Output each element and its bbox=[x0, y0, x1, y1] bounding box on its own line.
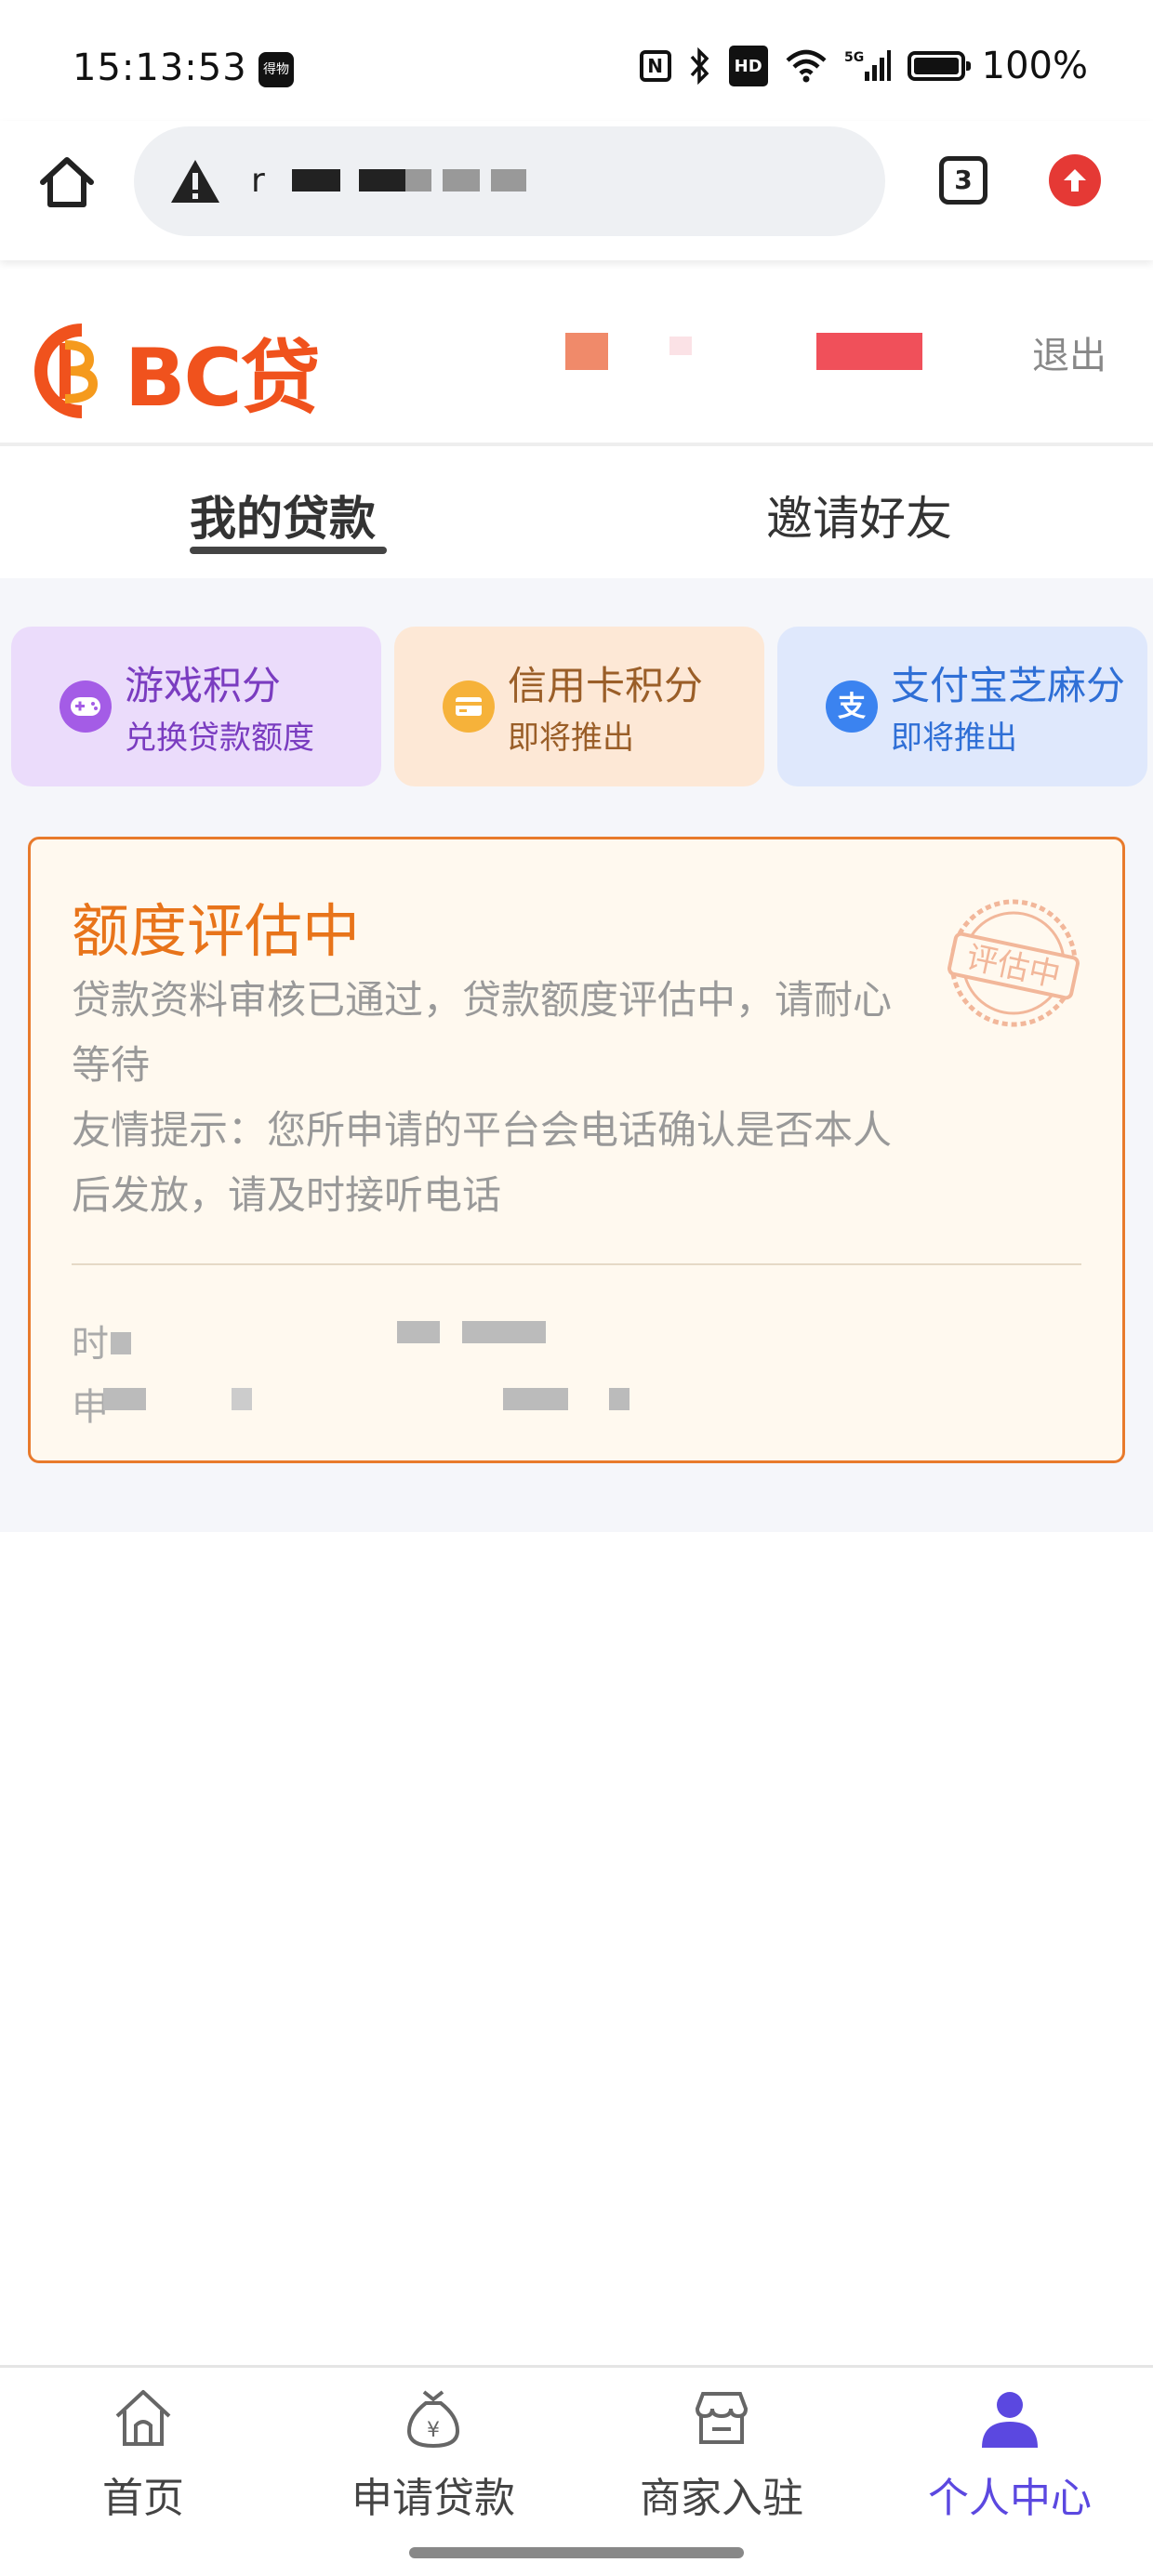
time-redacted bbox=[111, 1332, 131, 1354]
warning-icon[interactable] bbox=[169, 158, 221, 205]
url-bar[interactable]: r bbox=[134, 126, 885, 236]
signal-5g-icon: 5G bbox=[844, 47, 891, 85]
svg-text:支: 支 bbox=[838, 691, 866, 723]
wifi-icon bbox=[785, 47, 828, 85]
username-redacted bbox=[565, 333, 608, 370]
evaluating-stamp-icon: 评估中 bbox=[942, 892, 1085, 1035]
tab-invite-friends[interactable]: 邀请好友 bbox=[766, 482, 952, 548]
nav-apply-loan[interactable]: ¥ 申请贷款 bbox=[322, 2384, 545, 2524]
logo: BC贷 bbox=[33, 312, 321, 429]
svg-text:5G: 5G bbox=[844, 50, 864, 65]
url-redacted bbox=[491, 169, 526, 192]
url-text: r bbox=[251, 162, 265, 200]
update-icon[interactable] bbox=[1049, 154, 1101, 206]
home-icon bbox=[115, 2390, 171, 2446]
money-bag-icon: ¥ bbox=[406, 2390, 460, 2449]
score-card-credit[interactable]: 信用卡积分 即将推出 bbox=[394, 627, 764, 786]
bottom-nav: 首页 ¥ 申请贷款 商家入驻 个人中心 bbox=[0, 2365, 1153, 2535]
browser-toolbar: r 3 bbox=[0, 121, 1153, 260]
time-redacted bbox=[397, 1321, 440, 1343]
status-title: 额度评估中 bbox=[72, 897, 361, 965]
nav-home[interactable]: 首页 bbox=[32, 2384, 255, 2524]
store-icon bbox=[695, 2392, 749, 2444]
svg-text:¥: ¥ bbox=[427, 2419, 440, 2442]
status-line-2: 友情提示：您所申请的平台会电话确认是否本人后发放，请及时接听电话 bbox=[72, 1107, 893, 1218]
score-card-subtitle: 即将推出 bbox=[891, 720, 1017, 757]
logout-link[interactable]: 退出 bbox=[1032, 325, 1107, 379]
time-redacted bbox=[462, 1321, 546, 1343]
score-card-title: 游戏积分 bbox=[125, 663, 282, 708]
alipay-icon: 支 bbox=[826, 680, 878, 733]
logo-mark-icon bbox=[34, 323, 99, 418]
applicant-redacted bbox=[232, 1388, 252, 1410]
score-cards: 游戏积分 兑换贷款额度 信用卡积分 即将推出 支 支付宝芝麻分 即将推出 bbox=[11, 627, 1147, 786]
applicant-redacted bbox=[503, 1388, 568, 1410]
nav-label: 申请贷款 bbox=[351, 2475, 515, 2522]
user-icon bbox=[982, 2392, 1038, 2448]
nav-label: 商家入驻 bbox=[640, 2475, 803, 2522]
battery-icon bbox=[907, 51, 971, 81]
site-header: BC贷 退出 bbox=[0, 270, 1153, 446]
username-redacted bbox=[816, 333, 922, 370]
home-icon[interactable] bbox=[35, 151, 99, 214]
nfc-icon: N bbox=[639, 50, 671, 82]
status-line-1: 贷款资料审核已通过，贷款额度评估中，请耐心等待 bbox=[72, 977, 893, 1088]
tab-my-loans[interactable]: 我的贷款 bbox=[190, 482, 376, 548]
notification-app-icon: 得物 bbox=[258, 52, 294, 87]
battery-percent: 100% bbox=[981, 45, 1088, 87]
nav-merchant[interactable]: 商家入驻 bbox=[610, 2384, 833, 2524]
nav-profile[interactable]: 个人中心 bbox=[898, 2384, 1121, 2524]
score-card-subtitle: 兑换贷款额度 bbox=[125, 720, 314, 757]
status-description: 贷款资料审核已通过，贷款额度评估中，请耐心等待 友情提示：您所申请的平台会电话确… bbox=[72, 968, 908, 1228]
score-card-subtitle: 即将推出 bbox=[508, 720, 634, 757]
nav-label: 个人中心 bbox=[928, 2475, 1092, 2522]
status-bar: 15:13:53 得物 N HD 5G 100% bbox=[0, 0, 1153, 130]
credit-card-icon bbox=[443, 680, 495, 733]
url-redacted bbox=[443, 169, 480, 192]
tab-switcher-button[interactable]: 3 bbox=[939, 156, 987, 205]
status-divider bbox=[72, 1263, 1081, 1265]
tab-bar: 我的贷款 邀请好友 bbox=[0, 446, 1153, 578]
status-icons: N HD 5G 100% bbox=[639, 45, 1088, 87]
nav-label: 首页 bbox=[102, 2475, 184, 2522]
url-redacted bbox=[359, 169, 405, 192]
logo-text: BC贷 bbox=[125, 332, 321, 425]
bluetooth-icon bbox=[688, 47, 712, 85]
gesture-bar[interactable] bbox=[409, 2547, 744, 2558]
tab-active-indicator bbox=[190, 547, 387, 554]
gamepad-icon bbox=[60, 680, 112, 733]
loan-status-card: 额度评估中 贷款资料审核已通过，贷款额度评估中，请耐心等待 友情提示：您所申请的… bbox=[28, 837, 1125, 1463]
hd-icon: HD bbox=[728, 46, 768, 86]
score-card-title: 信用卡积分 bbox=[508, 663, 704, 708]
applicant-redacted bbox=[609, 1388, 630, 1410]
time-label: 时 bbox=[72, 1323, 109, 1366]
status-time: 15:13:53 bbox=[73, 46, 247, 89]
main-content: 游戏积分 兑换贷款额度 信用卡积分 即将推出 支 支付宝芝麻分 即将推出 额度评… bbox=[0, 578, 1153, 1532]
applicant-redacted bbox=[103, 1388, 146, 1410]
username-redacted bbox=[669, 337, 692, 355]
url-redacted bbox=[292, 169, 340, 192]
score-card-title: 支付宝芝麻分 bbox=[891, 663, 1126, 708]
url-redacted bbox=[405, 169, 431, 192]
score-card-game[interactable]: 游戏积分 兑换贷款额度 bbox=[11, 627, 381, 786]
score-card-alipay[interactable]: 支 支付宝芝麻分 即将推出 bbox=[777, 627, 1147, 786]
